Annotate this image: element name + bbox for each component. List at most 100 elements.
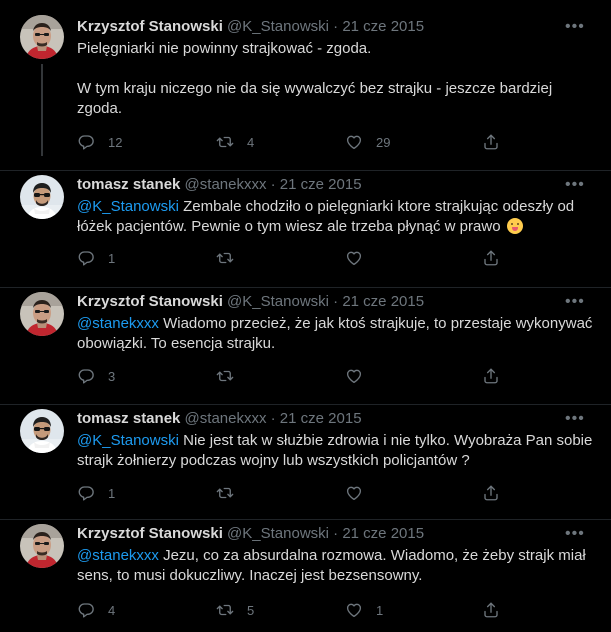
share-button[interactable] (482, 248, 500, 268)
avatar[interactable] (20, 175, 64, 219)
tweet-header: Krzysztof Stanowski @K_Stanowski · 21 cz… (77, 17, 424, 37)
retweet-icon (216, 484, 234, 502)
tweet-actions: 3 (77, 366, 497, 386)
tweet-main[interactable]: Krzysztof Stanowski @K_Stanowski · 21 cz… (0, 0, 611, 170)
reply-count: 1 (108, 250, 116, 266)
tweet-reply[interactable]: tomasz stanek @stanekxxx · 21 cze 2015 •… (0, 405, 611, 519)
author-name[interactable]: Krzysztof Stanowski (77, 18, 223, 35)
heart-icon (345, 601, 363, 619)
tweet-date[interactable]: · 21 cze 2015 (333, 18, 424, 35)
share-icon (482, 484, 500, 502)
like-button[interactable] (345, 248, 376, 268)
share-button[interactable] (482, 366, 500, 386)
mention-link[interactable]: @stanekxxx (77, 315, 159, 332)
tweet-date[interactable]: · 21 cze 2015 (333, 293, 424, 310)
author-name[interactable]: Krzysztof Stanowski (77, 293, 223, 310)
heart-icon (345, 133, 363, 151)
more-horizontal-icon[interactable]: ••• (565, 411, 584, 432)
retweet-icon (216, 249, 234, 267)
reply-button[interactable]: 4 (77, 600, 115, 620)
tweet-actions: 12 4 29 (77, 132, 497, 152)
retweet-button[interactable]: 5 (216, 600, 254, 620)
heart-icon (345, 249, 363, 267)
reply-button[interactable]: 12 (77, 132, 122, 152)
reply-button[interactable]: 3 (77, 366, 115, 386)
share-button[interactable] (482, 600, 500, 620)
share-icon (482, 601, 500, 619)
tweet-reply[interactable]: Krzysztof Stanowski @K_Stanowski · 21 cz… (0, 288, 611, 404)
author-handle[interactable]: @stanekxxx (185, 410, 267, 427)
share-button[interactable] (482, 132, 500, 152)
mention-link[interactable]: @stanekxxx (77, 547, 159, 564)
reply-icon (77, 133, 95, 151)
tweet-reply[interactable]: Krzysztof Stanowski @K_Stanowski · 21 cz… (0, 520, 611, 632)
tweet-header: tomasz stanek @stanekxxx · 21 cze 2015 (77, 409, 362, 429)
avatar[interactable] (20, 15, 64, 59)
like-count: 1 (376, 602, 384, 618)
author-name[interactable]: tomasz stanek (77, 176, 180, 193)
reply-icon (77, 367, 95, 385)
author-handle[interactable]: @K_Stanowski (227, 18, 329, 35)
tweet-text: @stanekxxx Jezu, co za absurdalna rozmow… (77, 546, 597, 586)
like-button[interactable] (345, 366, 376, 386)
reply-count: 12 (108, 134, 123, 150)
tweet-header: Krzysztof Stanowski @K_Stanowski · 21 cz… (77, 524, 424, 544)
author-name[interactable]: tomasz stanek (77, 410, 180, 427)
more-horizontal-icon[interactable]: ••• (565, 526, 584, 547)
retweet-button[interactable] (216, 366, 247, 386)
retweet-icon (216, 133, 234, 151)
more-horizontal-icon[interactable]: ••• (565, 177, 584, 198)
reply-button[interactable]: 1 (77, 248, 115, 268)
retweet-count: 4 (247, 134, 255, 150)
like-button[interactable]: 1 (345, 600, 383, 620)
face-with-tongue-emoji (506, 218, 523, 234)
tweet-actions: 4 5 1 (77, 600, 497, 620)
retweet-icon (216, 601, 234, 619)
more-horizontal-icon[interactable]: ••• (565, 19, 584, 40)
tweet-date[interactable]: · 21 cze 2015 (333, 525, 424, 542)
tweet-text: Pielęgniarki nie powinny strajkować - zg… (77, 39, 597, 119)
share-icon (482, 249, 500, 267)
tweet-date[interactable]: · 21 cze 2015 (271, 176, 362, 193)
tweet-text: @stanekxxx Wiadomo przecież, że jak ktoś… (77, 314, 597, 354)
reply-icon (77, 601, 95, 619)
mention-link[interactable]: @K_Stanowski (77, 198, 179, 215)
tweet-paragraph: Pielęgniarki nie powinny strajkować - zg… (77, 40, 372, 57)
reply-icon (77, 249, 95, 267)
retweet-count: 5 (247, 602, 255, 618)
like-count: 29 (376, 134, 391, 150)
avatar[interactable] (20, 524, 64, 568)
share-button[interactable] (482, 483, 500, 503)
avatar[interactable] (20, 292, 64, 336)
author-handle[interactable]: @K_Stanowski (227, 525, 329, 542)
tweet-reply[interactable]: tomasz stanek @stanekxxx · 21 cze 2015 •… (0, 171, 611, 287)
author-name[interactable]: Krzysztof Stanowski (77, 525, 223, 542)
tweet-paragraph: W tym kraju niczego nie da się wywalczyć… (77, 80, 553, 117)
retweet-button[interactable] (216, 248, 247, 268)
tweet-actions: 1 (77, 248, 497, 268)
author-handle[interactable]: @K_Stanowski (227, 293, 329, 310)
more-horizontal-icon[interactable]: ••• (565, 294, 584, 315)
tweet-header: Krzysztof Stanowski @K_Stanowski · 21 cz… (77, 292, 424, 312)
reply-icon (77, 484, 95, 502)
retweet-button[interactable] (216, 483, 247, 503)
author-handle[interactable]: @stanekxxx (185, 176, 267, 193)
retweet-icon (216, 367, 234, 385)
tweet-text: @K_Stanowski Nie jest tak w służbie zdro… (77, 431, 597, 471)
tweet-header: tomasz stanek @stanekxxx · 21 cze 2015 (77, 175, 362, 195)
retweet-button[interactable]: 4 (216, 132, 254, 152)
share-icon (482, 133, 500, 151)
mention-link[interactable]: @K_Stanowski (77, 432, 179, 449)
reply-count: 3 (108, 368, 116, 384)
heart-icon (345, 367, 363, 385)
heart-icon (345, 484, 363, 502)
reply-button[interactable]: 1 (77, 483, 115, 503)
tweet-text: @K_Stanowski Zembale chodziło o pielęgni… (77, 197, 597, 237)
tweet-date[interactable]: · 21 cze 2015 (271, 410, 362, 427)
reply-count: 1 (108, 485, 116, 501)
avatar[interactable] (20, 409, 64, 453)
like-button[interactable] (345, 483, 376, 503)
like-button[interactable]: 29 (345, 132, 390, 152)
reply-count: 4 (108, 602, 116, 618)
share-icon (482, 367, 500, 385)
